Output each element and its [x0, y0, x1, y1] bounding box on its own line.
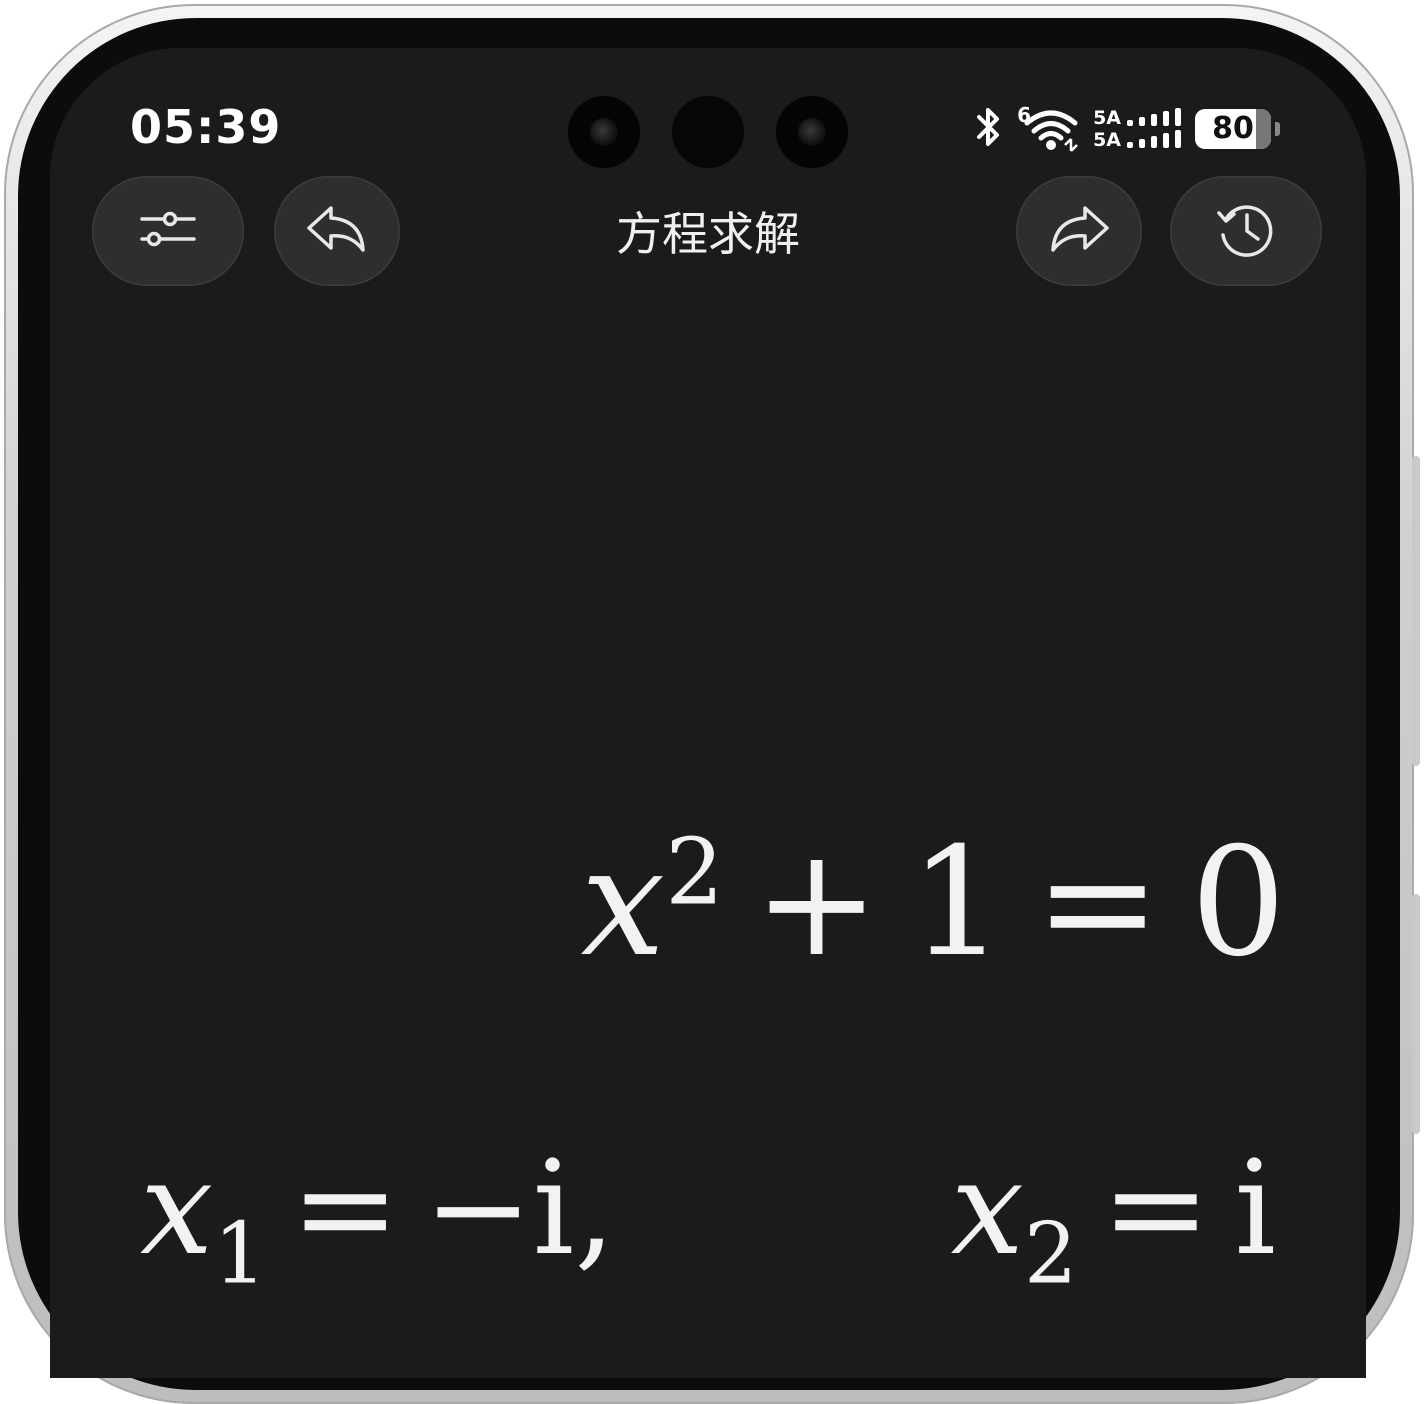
- solution-value: −i,: [423, 1132, 616, 1284]
- cellular-signal-icon: 5A 5A: [1093, 108, 1181, 150]
- history-button[interactable]: [1170, 176, 1322, 286]
- equation-exponent: 2: [665, 818, 724, 926]
- status-time: 05:39: [130, 100, 282, 154]
- sensor-left: [568, 96, 640, 168]
- redo-icon: [1047, 202, 1111, 260]
- solution-equals: =: [290, 1132, 400, 1284]
- solution-subscript: 2: [1024, 1204, 1078, 1303]
- history-icon: [1214, 197, 1278, 265]
- app-screen: 05:39 6 5A 5A 80 方程求解 x2 + 1 = 0 x1 = −i…: [50, 48, 1366, 1378]
- solution-value: i: [1234, 1132, 1276, 1284]
- sensor-right: [776, 96, 848, 168]
- bluetooth-icon: [973, 105, 1003, 153]
- equation-rhs: 0: [1190, 816, 1286, 990]
- equation-variable: x: [580, 816, 666, 990]
- redo-button[interactable]: [1016, 176, 1142, 286]
- solution-variable: x: [950, 1132, 1025, 1284]
- volume-button: [1412, 456, 1420, 766]
- solution-equals: =: [1101, 1132, 1211, 1284]
- wifi-icon: 6: [1017, 103, 1079, 153]
- battery-cap: [1275, 122, 1280, 136]
- equation-equals: =: [1034, 816, 1161, 990]
- equation-constant: 1: [909, 816, 1005, 990]
- battery-percent: 80: [1212, 111, 1254, 146]
- power-button: [1412, 894, 1420, 1134]
- solution-2: x2 = i: [950, 1132, 1276, 1295]
- equation-display[interactable]: x2 +1 = 0: [581, 816, 1286, 990]
- equation-plus: +: [753, 816, 880, 990]
- solution-subscript: 1: [213, 1204, 267, 1303]
- status-icons: 6 5A 5A 80: [973, 103, 1280, 154]
- signal-label-sim2: 5A: [1093, 129, 1121, 151]
- signal-label-sim1: 5A: [1093, 107, 1121, 129]
- solution-variable: x: [140, 1132, 214, 1284]
- front-camera: [672, 96, 744, 168]
- page-title: 方程求解: [616, 207, 800, 261]
- battery-icon: 80: [1195, 109, 1271, 149]
- solution-1: x1 = −i,: [140, 1132, 616, 1295]
